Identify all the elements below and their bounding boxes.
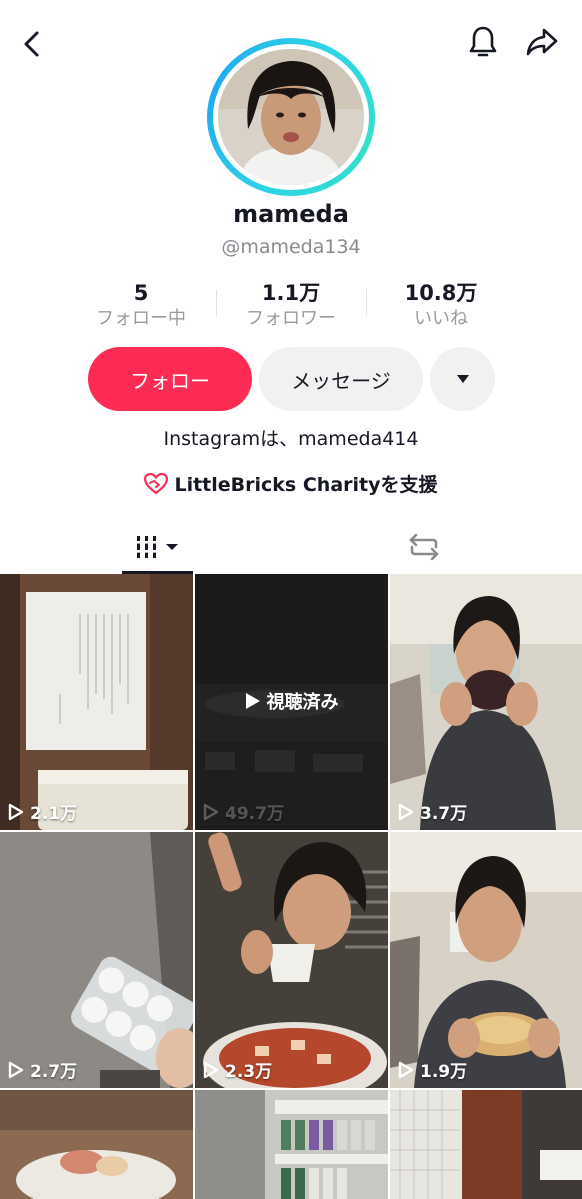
view-count: 49.7万 xyxy=(203,799,284,824)
stat-followers-count: 1.1万 xyxy=(261,281,321,305)
avatar-frame xyxy=(213,44,369,190)
view-count: 2.3万 xyxy=(203,1057,272,1082)
profile-tabs xyxy=(0,520,582,574)
video-thumbnail[interactable]: 2.7万 xyxy=(0,832,193,1088)
stat-following[interactable]: 5 フォロー中 xyxy=(66,278,216,334)
stat-likes[interactable]: 10.8万 いいね xyxy=(366,278,516,334)
avatar-story-ring[interactable] xyxy=(207,38,375,196)
view-count: 2.7万 xyxy=(8,1057,77,1082)
watched-overlay: 視聴済み xyxy=(195,688,388,714)
stat-followers-label: フォロワー xyxy=(246,308,336,329)
profile-handle: @mameda134 xyxy=(221,236,361,258)
view-count: 1.9万 xyxy=(398,1057,467,1082)
stat-likes-count: 10.8万 xyxy=(404,281,478,305)
play-icon xyxy=(8,803,24,820)
view-count: 3.7万 xyxy=(398,799,467,824)
video-thumbnail[interactable]: 3.7万 xyxy=(390,574,582,830)
stat-following-label: フォロー中 xyxy=(96,308,186,329)
video-grid-icon xyxy=(133,536,178,558)
video-thumbnail[interactable]: 2.1万 xyxy=(0,574,193,830)
more-options-button[interactable] xyxy=(430,347,495,411)
view-count-label: 2.3万 xyxy=(225,1062,273,1082)
view-count-label: 1.9万 xyxy=(420,1062,468,1082)
tab-reposts[interactable] xyxy=(392,520,456,574)
play-icon xyxy=(8,1061,24,1078)
video-thumbnail[interactable]: 視聴済み 49.7万 xyxy=(195,574,388,830)
caret-down-icon xyxy=(456,375,469,383)
profile-stats: 5 フォロー中 1.1万 フォロワー 10.8万 いいね xyxy=(66,278,516,334)
video-thumbnail[interactable] xyxy=(0,1090,193,1199)
play-icon xyxy=(203,1061,219,1078)
heart-hands-icon xyxy=(144,472,169,494)
message-button[interactable]: メッセージ xyxy=(259,347,423,411)
video-thumbnail[interactable] xyxy=(195,1090,388,1199)
tab-videos[interactable] xyxy=(122,520,193,574)
video-thumbnail[interactable]: 1.9万 xyxy=(390,832,582,1088)
profile-username: mameda xyxy=(233,200,349,228)
watched-label: 視聴済み xyxy=(266,692,339,713)
play-icon xyxy=(398,1061,414,1078)
profile-bio: Instagramは、mameda414 xyxy=(163,428,419,450)
charity-label: LittleBricks Charityを支援 xyxy=(174,474,438,496)
avatar[interactable] xyxy=(218,49,364,185)
share-icon[interactable] xyxy=(522,22,562,62)
view-count: 2.1万 xyxy=(8,799,77,824)
play-icon xyxy=(398,803,414,820)
repost-icon xyxy=(409,533,439,561)
bell-icon[interactable] xyxy=(463,22,503,62)
view-count-label: 3.7万 xyxy=(420,804,468,824)
stat-following-count: 5 xyxy=(133,281,149,305)
stat-likes-label: いいね xyxy=(414,308,468,329)
view-count-label: 49.7万 xyxy=(225,804,284,824)
play-icon xyxy=(245,693,260,709)
stat-followers[interactable]: 1.1万 フォロワー xyxy=(216,278,366,334)
video-thumbnail[interactable]: 2.3万 xyxy=(195,832,388,1088)
follow-button[interactable]: フォロー xyxy=(88,347,252,411)
view-count-label: 2.7万 xyxy=(30,1062,78,1082)
video-thumbnail[interactable] xyxy=(390,1090,582,1199)
view-count-label: 2.1万 xyxy=(30,804,78,824)
back-icon[interactable] xyxy=(12,24,52,64)
charity-link[interactable]: LittleBricks Charityを支援 xyxy=(0,470,582,497)
play-icon xyxy=(203,803,219,820)
profile-actions: フォロー メッセージ xyxy=(88,347,495,411)
